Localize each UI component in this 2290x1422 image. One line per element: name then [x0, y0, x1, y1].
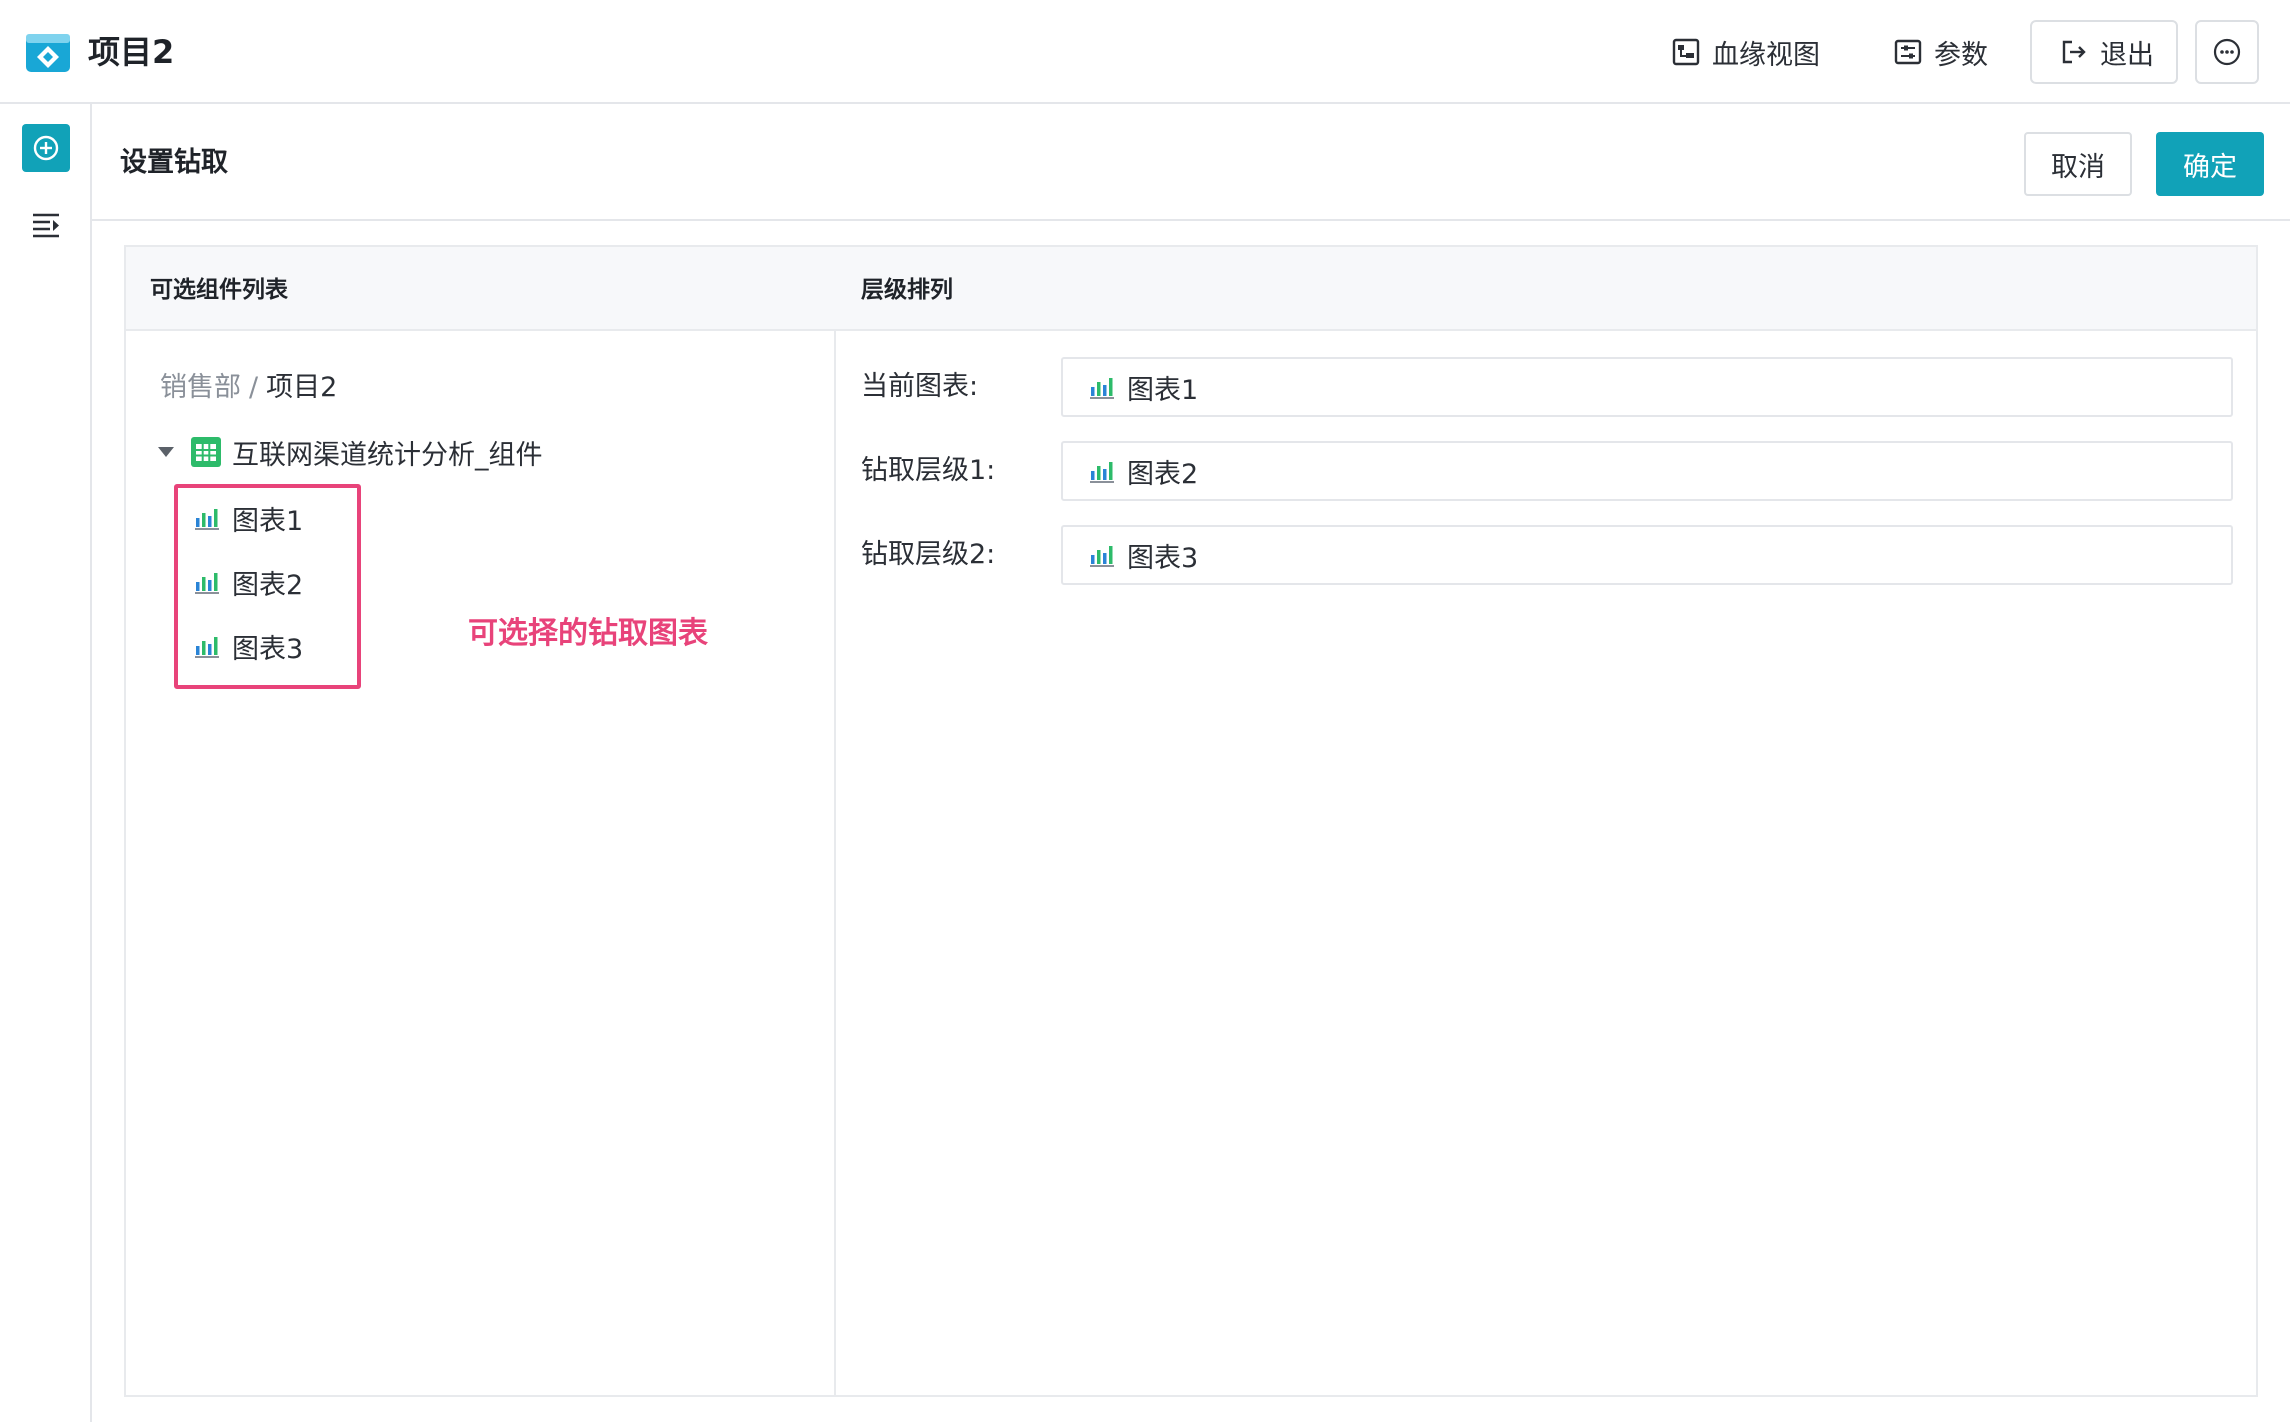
level-label: 钻取层级2: [861, 539, 996, 570]
drill-settings-header: 设置钻取 取消 确定 [92, 106, 2290, 221]
column-divider [834, 331, 836, 1397]
drill-config-panel: 可选组件列表 层级排列 销售部 / 项目2 互联网渠道统计分析_组件 图表1 图… [124, 245, 2258, 1397]
breadcrumb-current: 项目2 [266, 372, 338, 403]
level-value: 图表1 [1127, 374, 1199, 406]
breadcrumb: 销售部 / 项目2 [160, 369, 337, 407]
table-icon [191, 437, 221, 467]
sidebar [0, 104, 92, 1422]
level-value: 图表2 [1127, 458, 1199, 490]
more-button[interactable] [2195, 20, 2259, 84]
lineage-label: 血缘视图 [1712, 39, 1820, 71]
lineage-icon [1672, 38, 1700, 66]
level-value: 图表3 [1127, 542, 1199, 574]
add-icon [33, 135, 59, 161]
app-logo-icon [26, 34, 70, 72]
bar-chart-icon [1090, 378, 1114, 399]
level-slot[interactable]: 图表3 [1061, 525, 2233, 585]
params-button[interactable]: 参数 [1894, 20, 1988, 84]
bar-chart-icon [1090, 546, 1114, 567]
breadcrumb-root[interactable]: 销售部 [160, 372, 241, 403]
caret-down-icon[interactable] [158, 447, 174, 457]
level-row-1: 钻取层级1: 图表2 [861, 441, 2241, 501]
selectable-charts-annotation: 可选择的钻取图表 [468, 616, 708, 651]
exit-button[interactable]: 退出 [2030, 20, 2178, 84]
panel-title: 设置钻取 [120, 147, 228, 178]
tree-folder[interactable]: 互联网渠道统计分析_组件 [158, 432, 543, 472]
level-row-2: 钻取层级2: 图表3 [861, 525, 2241, 585]
tree-folder-label: 互联网渠道统计分析_组件 [232, 439, 543, 471]
breadcrumb-separator: / [249, 372, 259, 403]
page-title: 项目2 [88, 33, 175, 71]
level-label: 当前图表: [861, 371, 979, 402]
add-component-button[interactable] [22, 124, 70, 172]
exit-icon [2062, 40, 2086, 64]
params-icon [1894, 39, 1922, 65]
level-label: 钻取层级1: [861, 455, 996, 486]
lineage-view-button[interactable]: 血缘视图 [1672, 20, 1820, 84]
more-icon [2213, 38, 2241, 66]
exit-label: 退出 [2100, 39, 2154, 71]
level-slot[interactable]: 图表2 [1061, 441, 2233, 501]
level-order-title: 层级排列 [861, 277, 953, 303]
available-components-title: 可选组件列表 [150, 277, 288, 303]
confirm-button[interactable]: 确定 [2156, 132, 2264, 196]
top-bar: 项目2 血缘视图 参数 退出 [0, 0, 2290, 104]
level-row-current: 当前图表: 图表1 [861, 357, 2241, 417]
selectable-charts-highlight [174, 484, 361, 689]
columns-header: 可选组件列表 层级排列 [126, 247, 2256, 331]
cancel-button[interactable]: 取消 [2024, 132, 2132, 196]
params-label: 参数 [1934, 39, 1988, 71]
level-slot[interactable]: 图表1 [1061, 357, 2233, 417]
outline-icon[interactable] [30, 209, 62, 241]
bar-chart-icon [1090, 462, 1114, 483]
